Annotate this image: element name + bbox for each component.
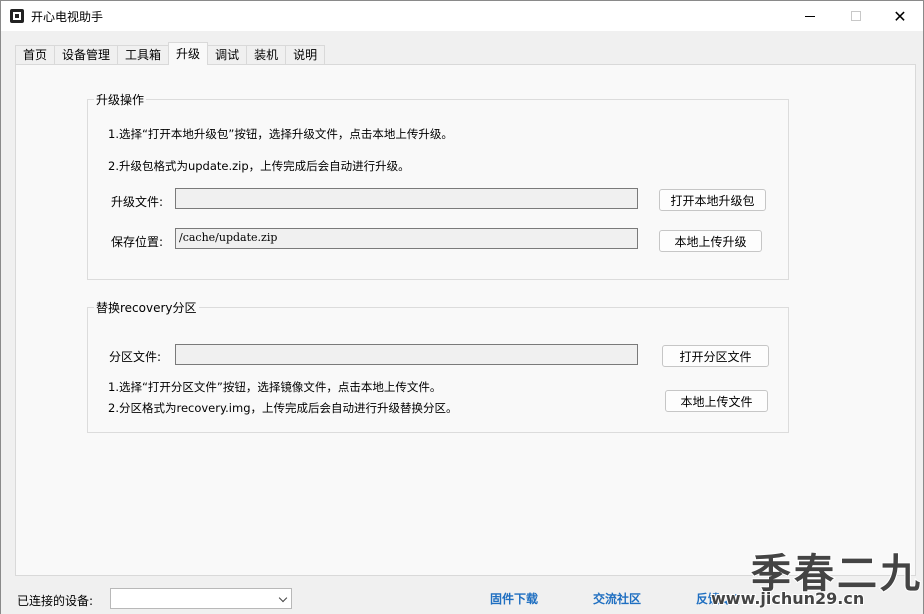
open-upgrade-package-button[interactable]: 打开本地升级包 xyxy=(659,189,766,211)
partition-file-field[interactable] xyxy=(175,344,638,365)
connected-device-select[interactable] xyxy=(110,588,292,609)
app-window: 开心电视助手 ✕ 首页 设备管理 工具箱 升级 调试 装机 说明 升级操作 1.… xyxy=(0,0,924,614)
open-partition-file-button[interactable]: 打开分区文件 xyxy=(662,345,769,367)
recovery-instruction-2: 2.分区格式为recovery.img，上传完成后会自动进行升级替换分区。 xyxy=(108,401,458,415)
upgrade-group: 升级操作 1.选择“打开本地升级包”按钮，选择升级文件，点击本地上传升级。 2.… xyxy=(87,91,789,280)
title-bar[interactable]: 开心电视助手 ✕ xyxy=(1,1,923,31)
firmware-download-link[interactable]: 固件下载 xyxy=(490,590,538,607)
local-upload-upgrade-button[interactable]: 本地上传升级 xyxy=(659,230,762,252)
maximize-icon xyxy=(851,11,861,21)
save-location-field[interactable]: /cache/update.zip xyxy=(175,228,638,249)
chevron-down-icon xyxy=(278,593,288,603)
connected-device-label: 已连接的设备: xyxy=(17,594,94,608)
minimize-button[interactable] xyxy=(787,1,833,31)
upgrade-file-label: 升级文件: xyxy=(111,195,164,209)
tab-device-management[interactable]: 设备管理 xyxy=(54,45,119,65)
close-icon: ✕ xyxy=(893,6,907,26)
tab-toolbox[interactable]: 工具箱 xyxy=(117,45,170,65)
recovery-group: 替换recovery分区 分区文件: 打开分区文件 1.选择“打开分区文件”按钮… xyxy=(87,299,789,433)
upgrade-instruction-1: 1.选择“打开本地升级包”按钮，选择升级文件，点击本地上传升级。 xyxy=(108,127,453,141)
recovery-instruction-1: 1.选择“打开分区文件”按钮，选择镜像文件，点击本地上传文件。 xyxy=(108,380,442,394)
upgrade-instruction-2: 2.升级包格式为update.zip，上传完成后会自动进行升级。 xyxy=(108,159,410,173)
partition-file-label: 分区文件: xyxy=(109,350,162,364)
tab-install[interactable]: 装机 xyxy=(246,45,287,65)
close-button[interactable]: ✕ xyxy=(877,1,923,31)
tab-home[interactable]: 首页 xyxy=(15,45,56,65)
minimize-icon xyxy=(805,15,815,17)
community-link[interactable]: 交流社区 xyxy=(593,590,641,607)
tab-help[interactable]: 说明 xyxy=(285,45,326,65)
tab-upgrade[interactable]: 升级 xyxy=(168,42,209,65)
recovery-group-title: 替换recovery分区 xyxy=(94,299,199,316)
watermark-url: www.jichun29.cn xyxy=(710,588,865,609)
save-location-label: 保存位置: xyxy=(111,235,164,249)
upgrade-group-title: 升级操作 xyxy=(94,91,147,108)
app-icon xyxy=(10,9,24,23)
watermark: 季春二九 www.jichun29.cn xyxy=(691,541,923,614)
tab-bar: 首页 设备管理 工具箱 升级 调试 装机 说明 xyxy=(15,42,326,65)
tab-debug[interactable]: 调试 xyxy=(207,45,248,65)
upgrade-file-field[interactable] xyxy=(175,188,638,209)
local-upload-file-button[interactable]: 本地上传文件 xyxy=(665,390,768,412)
upgrade-tab-panel: 升级操作 1.选择“打开本地升级包”按钮，选择升级文件，点击本地上传升级。 2.… xyxy=(15,64,916,576)
window-title: 开心电视助手 xyxy=(31,10,104,24)
maximize-button[interactable] xyxy=(833,1,879,31)
